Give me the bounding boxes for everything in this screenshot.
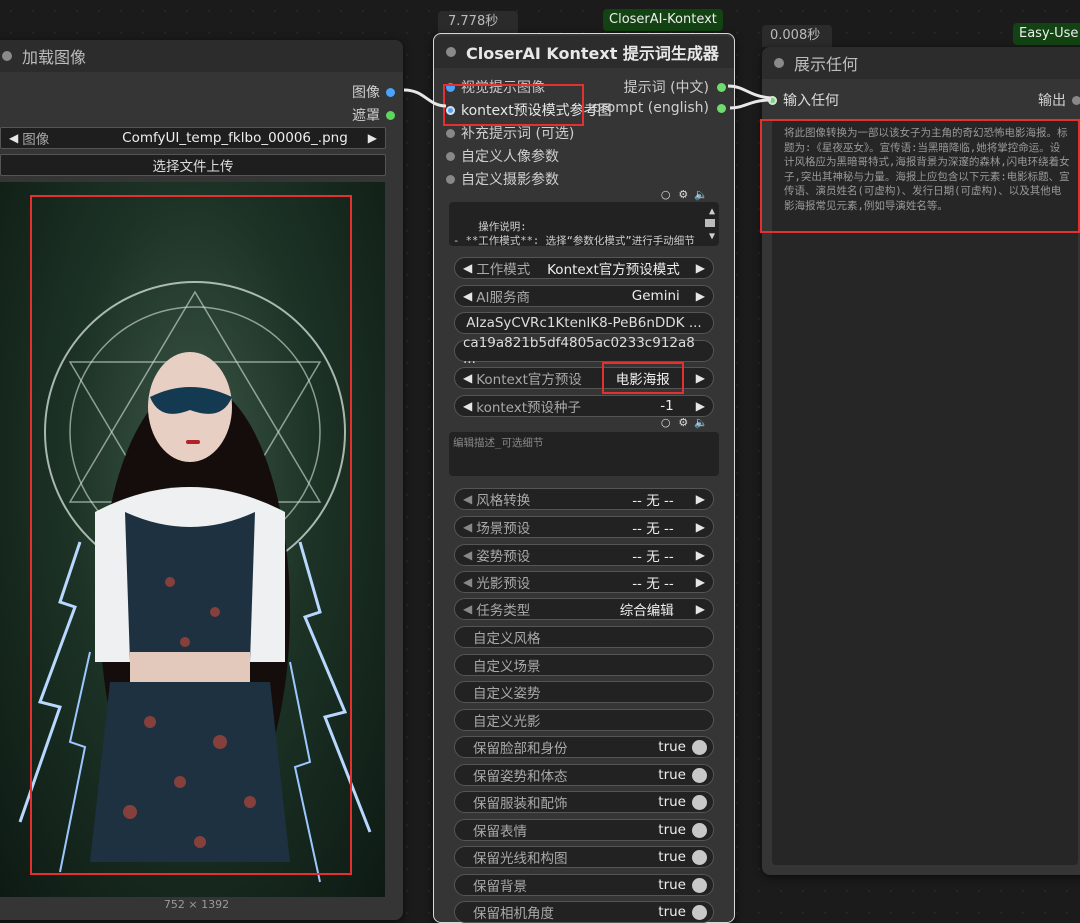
- connection-wires: [403, 84, 772, 110]
